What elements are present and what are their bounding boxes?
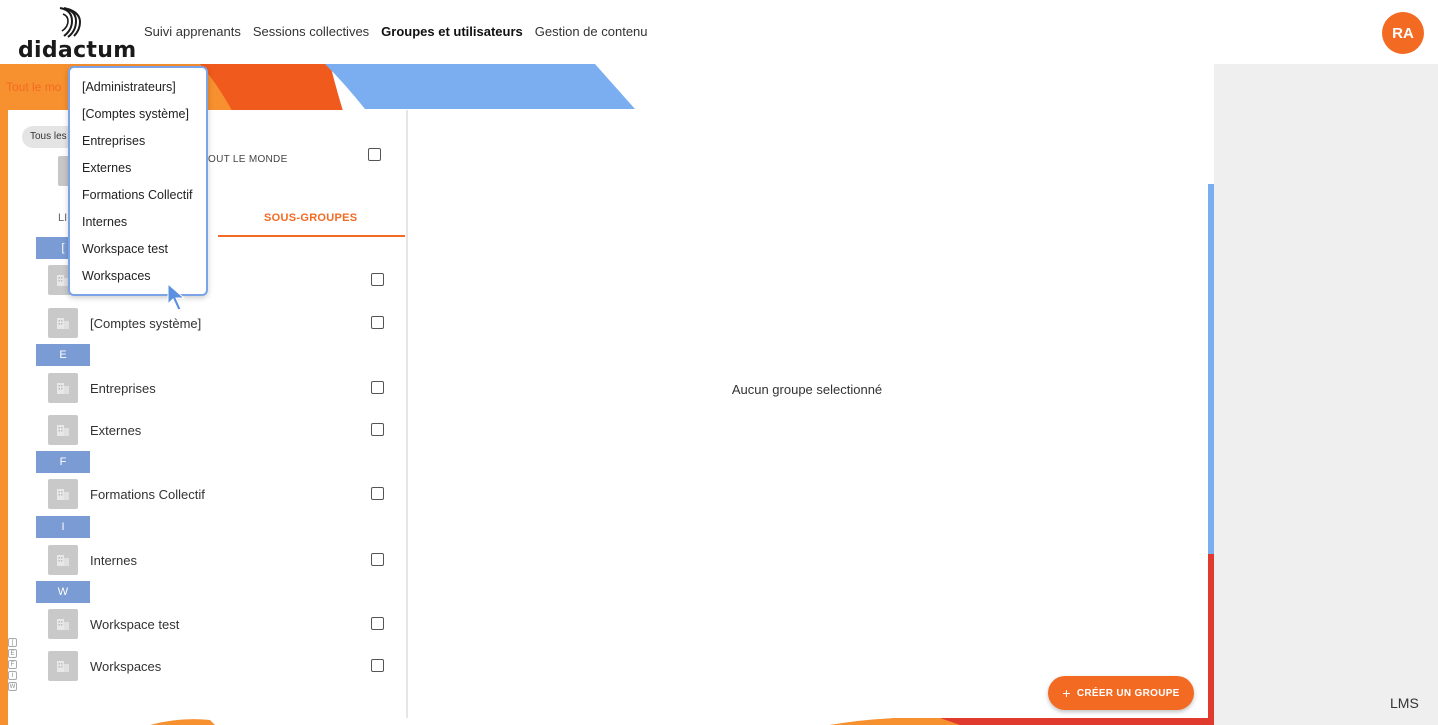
alpha-index-item[interactable]: F <box>8 660 17 669</box>
group-dropdown-menu: [Administrateurs] [Comptes système] Entr… <box>68 66 208 296</box>
group-checkbox[interactable] <box>371 316 384 329</box>
create-group-label: CRÉER UN GROUPE <box>1076 687 1180 699</box>
list-item[interactable]: Internes <box>48 545 398 575</box>
user-avatar[interactable]: RA <box>1382 12 1424 54</box>
everyone-checkbox[interactable] <box>368 148 381 161</box>
nav-sessions-collectives[interactable]: Sessions collectives <box>253 24 369 39</box>
active-tab-indicator <box>218 235 405 237</box>
tab-list[interactable]: LI <box>58 212 67 224</box>
alpha-index-item[interactable]: I <box>8 671 17 680</box>
dropdown-item[interactable]: Entreprises <box>70 132 206 159</box>
group-checkbox[interactable] <box>371 617 384 630</box>
list-item[interactable]: Workspaces <box>48 651 398 681</box>
breadcrumb[interactable]: Tout le mo <box>6 80 61 94</box>
plus-icon: + <box>1062 685 1071 701</box>
brand-name: didactum <box>18 38 137 63</box>
list-item[interactable]: Entreprises <box>48 373 398 403</box>
building-icon <box>48 651 78 681</box>
group-checkbox[interactable] <box>371 659 384 672</box>
building-icon <box>48 415 78 445</box>
tab-subgroups[interactable]: SOUS-GROUPES <box>264 212 357 224</box>
letter-header: E <box>36 344 90 366</box>
page-root: didactum Suivi apprenants Sessions colle… <box>0 0 1438 725</box>
right-gutter <box>1214 64 1438 725</box>
alphabet-index: [ E F I W <box>8 638 18 693</box>
dropdown-item[interactable]: [Comptes système] <box>70 105 206 132</box>
group-label: Workspaces <box>90 659 162 674</box>
letter-header: W <box>36 581 90 603</box>
everyone-label: OUT LE MONDE <box>208 154 288 165</box>
group-label: Formations Collectif <box>90 487 205 502</box>
create-group-button[interactable]: + CRÉER UN GROUPE <box>1048 676 1194 710</box>
letter-header: F <box>36 451 90 473</box>
mouse-pointer-icon <box>167 282 186 311</box>
group-checkbox[interactable] <box>371 381 384 394</box>
top-header: didactum Suivi apprenants Sessions colle… <box>0 0 1438 64</box>
group-checkbox[interactable] <box>371 487 384 500</box>
list-item[interactable]: Formations Collectif <box>48 479 398 509</box>
dropdown-item[interactable]: [Administrateurs] <box>70 78 206 105</box>
building-icon <box>48 308 78 338</box>
nav-suivi-apprenants[interactable]: Suivi apprenants <box>144 24 241 39</box>
lms-watermark: LMS <box>1390 695 1419 711</box>
brand-logo[interactable]: didactum <box>18 4 136 63</box>
panel-divider <box>406 110 408 718</box>
main-nav: Suivi apprenants Sessions collectives Gr… <box>144 24 648 39</box>
building-icon <box>48 609 78 639</box>
fingerprint-logo-icon <box>59 7 82 38</box>
building-icon <box>48 479 78 509</box>
group-label: [Comptes système] <box>90 316 202 331</box>
nav-gestion-contenu[interactable]: Gestion de contenu <box>535 24 648 39</box>
building-icon <box>48 545 78 575</box>
group-checkbox[interactable] <box>371 273 384 286</box>
list-item[interactable]: Workspace test <box>48 609 398 639</box>
letter-header: I <box>36 516 90 538</box>
dropdown-item[interactable]: Externes <box>70 159 206 186</box>
empty-state-message: Aucun groupe selectionné <box>731 382 883 397</box>
list-item[interactable]: Externes <box>48 415 398 445</box>
group-checkbox[interactable] <box>371 553 384 566</box>
list-item[interactable]: [Comptes système] <box>48 308 398 338</box>
building-icon <box>48 373 78 403</box>
alpha-index-item[interactable]: [ <box>8 638 17 647</box>
group-detail-panel: Aucun groupe selectionné + CRÉER UN GROU… <box>410 110 1208 718</box>
nav-groupes-utilisateurs[interactable]: Groupes et utilisateurs <box>381 24 523 39</box>
alpha-index-item[interactable]: W <box>8 682 17 691</box>
group-label: Externes <box>90 423 142 438</box>
group-checkbox[interactable] <box>371 423 384 436</box>
group-label: Internes <box>90 553 137 568</box>
group-label: Workspace test <box>90 617 180 632</box>
dropdown-item[interactable]: Workspace test <box>70 240 206 267</box>
dropdown-item[interactable]: Formations Collectif <box>70 186 206 213</box>
group-label: Entreprises <box>90 381 156 396</box>
alpha-index-item[interactable]: E <box>8 649 17 658</box>
dropdown-item[interactable]: Internes <box>70 213 206 240</box>
